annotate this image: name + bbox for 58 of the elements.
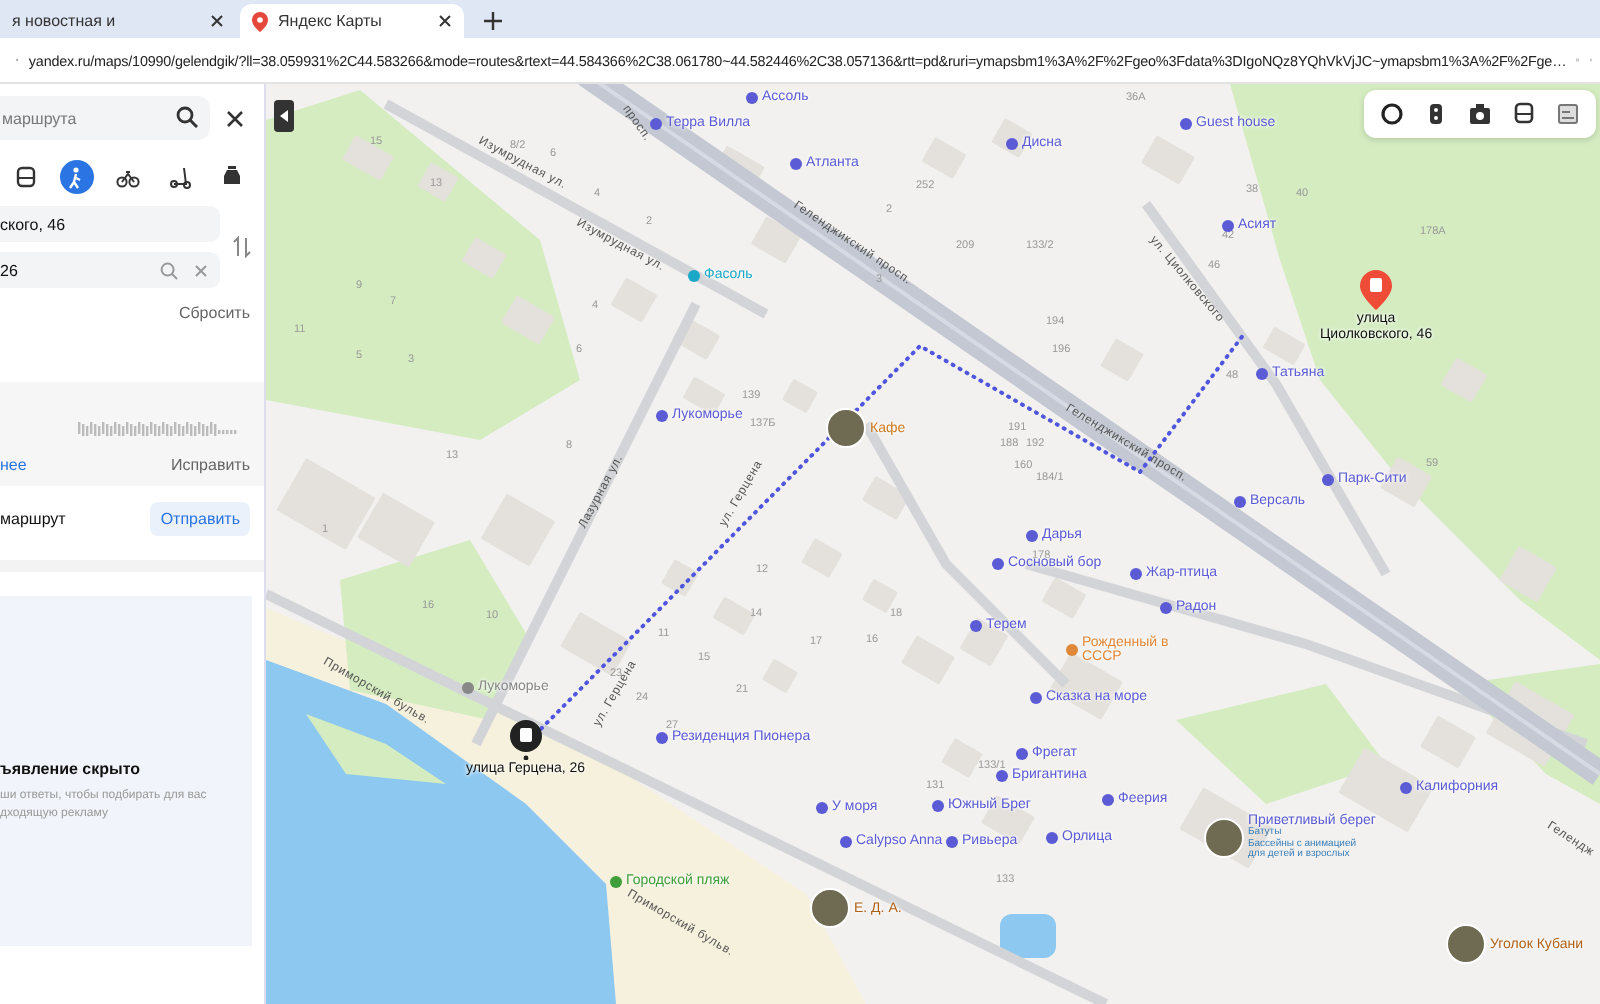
place-marker-icon xyxy=(1130,567,1142,579)
place-marker-icon xyxy=(816,801,828,813)
panorama-icon[interactable] xyxy=(1468,102,1492,126)
route-end-value: 26 xyxy=(0,261,20,279)
place-marker-icon xyxy=(656,731,668,743)
place-marker-icon xyxy=(1102,793,1114,805)
place-marker-icon xyxy=(1066,644,1078,656)
place-marker-icon xyxy=(1026,529,1038,541)
transit-icon[interactable] xyxy=(1512,102,1536,126)
traffic-icon[interactable] xyxy=(1424,102,1448,126)
ad-title: ъявление скрыто xyxy=(0,760,143,779)
route-end-field[interactable]: 26 xyxy=(0,252,220,288)
new-tab-icon[interactable] xyxy=(484,12,502,30)
photo-placeholder xyxy=(810,888,850,928)
reset-link[interactable]: Сбросить xyxy=(178,304,250,322)
place-marker-icon xyxy=(992,557,1004,569)
place-marker-icon xyxy=(1234,495,1246,507)
photo-placeholder xyxy=(1446,924,1486,964)
taxi-icon xyxy=(219,165,243,189)
close-icon[interactable] xyxy=(226,109,244,127)
collapse-panel-button[interactable] xyxy=(274,100,294,132)
fix-link[interactable]: Исправить xyxy=(170,456,250,474)
swap-icon[interactable] xyxy=(232,236,252,258)
place-marker-icon xyxy=(746,91,758,103)
browser-tab[interactable]: я новостная и xyxy=(0,4,236,38)
route-start-field[interactable]: ского, 46 xyxy=(0,206,220,242)
place-marker-icon xyxy=(1016,747,1028,759)
place-marker-icon xyxy=(932,799,944,811)
send-route-label: маршрут xyxy=(0,510,66,528)
close-icon[interactable] xyxy=(210,14,224,28)
map-pin-icon xyxy=(252,11,268,31)
layers-icon[interactable] xyxy=(1380,102,1404,126)
place-marker-icon xyxy=(1046,831,1058,843)
place-marker-icon xyxy=(946,835,958,847)
pool xyxy=(1000,914,1056,958)
search-field[interactable]: маршрута xyxy=(0,96,210,140)
scooter-icon xyxy=(167,165,192,189)
search-icon[interactable] xyxy=(176,106,198,128)
more-link[interactable]: нее xyxy=(0,456,27,474)
place-marker-icon xyxy=(996,769,1008,781)
bike-icon xyxy=(116,165,140,189)
place-marker-icon xyxy=(656,409,668,421)
arrow-left-icon xyxy=(279,110,289,122)
send-button[interactable]: Отправить xyxy=(150,502,250,536)
place-marker-icon xyxy=(790,157,802,169)
photo-placeholder xyxy=(826,408,866,448)
clear-icon[interactable] xyxy=(194,263,208,277)
place-marker-icon xyxy=(1222,219,1234,231)
close-icon[interactable] xyxy=(438,14,452,28)
destination-pin-icon[interactable] xyxy=(1360,270,1393,310)
ruler-icon[interactable] xyxy=(1556,102,1580,126)
place-marker-icon xyxy=(840,835,852,847)
browser-tab[interactable]: Яндекс Карты xyxy=(240,4,464,38)
building xyxy=(1262,326,1306,366)
start-pin-icon[interactable] xyxy=(509,720,542,760)
place-marker-icon xyxy=(1030,691,1042,703)
place-marker-icon xyxy=(1180,117,1192,129)
bus-icon xyxy=(13,165,37,189)
